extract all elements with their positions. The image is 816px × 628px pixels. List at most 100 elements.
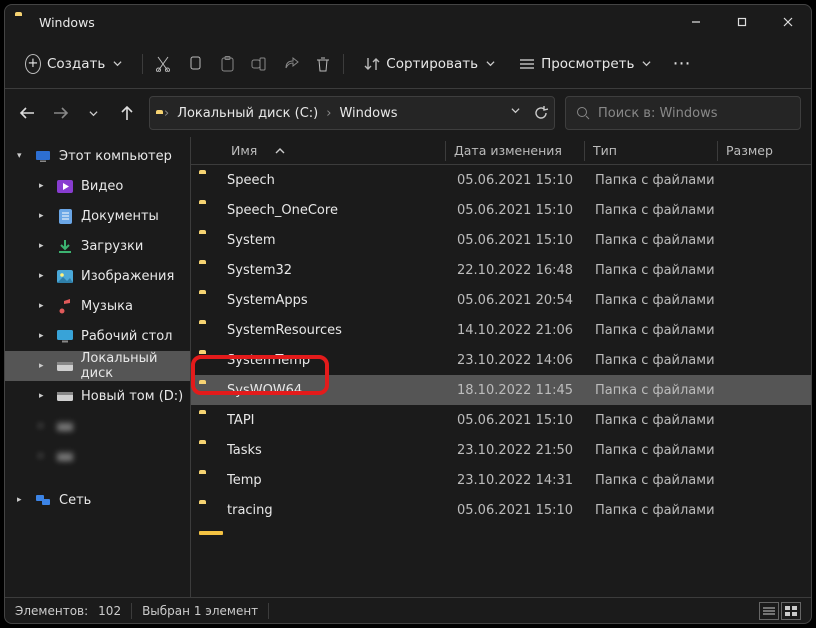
network-icon [35, 492, 51, 508]
sidebar-item-label: Сеть [59, 493, 91, 508]
table-row[interactable]: SystemApps05.06.2021 20:54Папка с файлам… [191, 285, 811, 315]
row-date: 05.06.2021 15:10 [457, 413, 595, 428]
view-button[interactable]: Просмотреть [509, 50, 661, 78]
toolbar: + Создать Сортировать [5, 39, 811, 89]
download-icon [57, 238, 73, 254]
row-name: System32 [227, 263, 457, 278]
sidebar-this-pc[interactable]: ▾ Этот компьютер [5, 141, 190, 171]
status-bar: Элементов: 102 Выбран 1 элемент [5, 597, 811, 623]
table-row[interactable]: Tasks23.10.2022 21:50Папка с файлами [191, 435, 811, 465]
title-bar: Windows [5, 5, 811, 39]
close-button[interactable] [765, 5, 811, 39]
table-row[interactable]: SystemResources14.10.2022 21:06Папка с ф… [191, 315, 811, 345]
table-row[interactable]: Temp23.10.2022 14:31Папка с файлами [191, 465, 811, 495]
partial-row [191, 531, 811, 547]
row-type: Папка с файлами [595, 413, 727, 428]
forward-button[interactable] [49, 101, 73, 125]
row-type: Папка с файлами [595, 473, 727, 488]
refresh-button[interactable] [534, 106, 548, 120]
table-row[interactable]: Speech_OneCore05.06.2021 15:10Папка с фа… [191, 195, 811, 225]
share-button[interactable] [281, 54, 301, 74]
sidebar-item[interactable]: ▸Документы [5, 201, 190, 231]
rows[interactable]: Speech05.06.2021 15:10Папка с файламиSpe… [191, 165, 811, 597]
row-type: Папка с файлами [595, 353, 727, 368]
table-row[interactable]: Speech05.06.2021 15:10Папка с файлами [191, 165, 811, 195]
sidebar-item[interactable]: ▸Локальный диск [5, 351, 190, 381]
sidebar-item[interactable]: ▸ [5, 441, 190, 471]
row-date: 22.10.2022 16:48 [457, 263, 595, 278]
row-date: 23.10.2022 14:06 [457, 353, 595, 368]
row-type: Папка с файлами [595, 503, 727, 518]
item-count: 102 [98, 604, 121, 618]
disk-icon [57, 358, 73, 374]
sidebar-item[interactable]: ▸Изображения [5, 261, 190, 291]
details-view-button[interactable] [759, 602, 779, 620]
divider [268, 603, 269, 619]
paste-button[interactable] [217, 54, 237, 74]
item-count-label: Элементов: [15, 604, 88, 618]
row-name: Temp [227, 473, 457, 488]
maximize-button[interactable] [719, 5, 765, 39]
folder-icon [199, 293, 215, 307]
video-icon [57, 178, 73, 194]
col-name[interactable]: Имя [223, 143, 445, 158]
row-type: Папка с файлами [595, 203, 727, 218]
delete-button[interactable] [313, 54, 333, 74]
up-button[interactable] [115, 101, 139, 125]
docs-icon [57, 208, 73, 224]
sidebar-item-label: Изображения [81, 269, 174, 284]
row-date: 14.10.2022 21:06 [457, 323, 595, 338]
table-row[interactable]: System05.06.2021 15:10Папка с файлами [191, 225, 811, 255]
folder-icon [199, 173, 215, 187]
folder-icon [199, 503, 215, 517]
row-name: SystemResources [227, 323, 457, 338]
chevron-down-icon: ▾ [17, 151, 27, 161]
row-type: Папка с файлами [595, 443, 727, 458]
sidebar-item[interactable]: ▸Видео [5, 171, 190, 201]
sidebar-item[interactable]: ▸Музыка [5, 291, 190, 321]
col-type[interactable]: Тип [585, 143, 717, 158]
sidebar-item-label: Видео [81, 179, 123, 194]
cut-button[interactable] [153, 54, 173, 74]
row-name: SystemApps [227, 293, 457, 308]
sort-button[interactable]: Сортировать [354, 50, 505, 78]
recent-button[interactable] [81, 101, 105, 125]
table-row[interactable]: TAPI05.06.2021 15:10Папка с файлами [191, 405, 811, 435]
row-date: 05.06.2021 20:54 [457, 293, 595, 308]
row-date: 23.10.2022 21:50 [457, 443, 595, 458]
table-row[interactable]: tracing05.06.2021 15:10Папка с файлами [191, 495, 811, 525]
divider [142, 54, 143, 74]
col-size[interactable]: Размер [718, 143, 811, 158]
rename-button[interactable] [249, 54, 269, 74]
chevron-right-icon: ▸ [39, 301, 49, 311]
copy-button[interactable] [185, 54, 205, 74]
row-name: TAPI [227, 413, 457, 428]
minimize-button[interactable] [673, 5, 719, 39]
explorer-window: Windows + Создать [4, 4, 812, 624]
address-bar[interactable]: › Локальный диск (C:) › Windows [149, 96, 555, 130]
back-button[interactable] [15, 101, 39, 125]
table-row[interactable]: SystemTemp23.10.2022 14:06Папка с файлам… [191, 345, 811, 375]
sidebar-item[interactable]: ▸ [5, 411, 190, 441]
search-input[interactable]: Поиск в: Windows [565, 96, 801, 130]
sidebar-item[interactable]: ▸Новый том (D:) [5, 381, 190, 411]
breadcrumb-folder[interactable]: Windows [339, 106, 397, 121]
chevron-right-icon: ▸ [39, 331, 49, 341]
breadcrumb-disk[interactable]: Локальный диск (C:) [177, 106, 318, 121]
row-type: Папка с файлами [595, 293, 727, 308]
table-row[interactable]: System3222.10.2022 16:48Папка с файлами [191, 255, 811, 285]
col-date[interactable]: Дата изменения [446, 143, 584, 158]
sidebar-network[interactable]: ▸ Сеть [5, 485, 190, 515]
new-button[interactable]: + Создать [15, 50, 132, 78]
folder-icon [199, 203, 215, 217]
more-button[interactable]: ⋯ [671, 54, 691, 74]
pc-icon [35, 148, 51, 164]
sidebar-item[interactable]: ▸Загрузки [5, 231, 190, 261]
row-name: Speech_OneCore [227, 203, 457, 218]
sidebar-item[interactable]: ▸Рабочий стол [5, 321, 190, 351]
column-headers: Имя Дата изменения Тип Размер [191, 137, 811, 165]
chevron-down-icon[interactable] [511, 106, 520, 115]
thumbnails-view-button[interactable] [781, 602, 801, 620]
row-name: SystemTemp [227, 353, 457, 368]
table-row[interactable]: SysWOW6418.10.2022 11:45Папка с файлами [191, 375, 811, 405]
